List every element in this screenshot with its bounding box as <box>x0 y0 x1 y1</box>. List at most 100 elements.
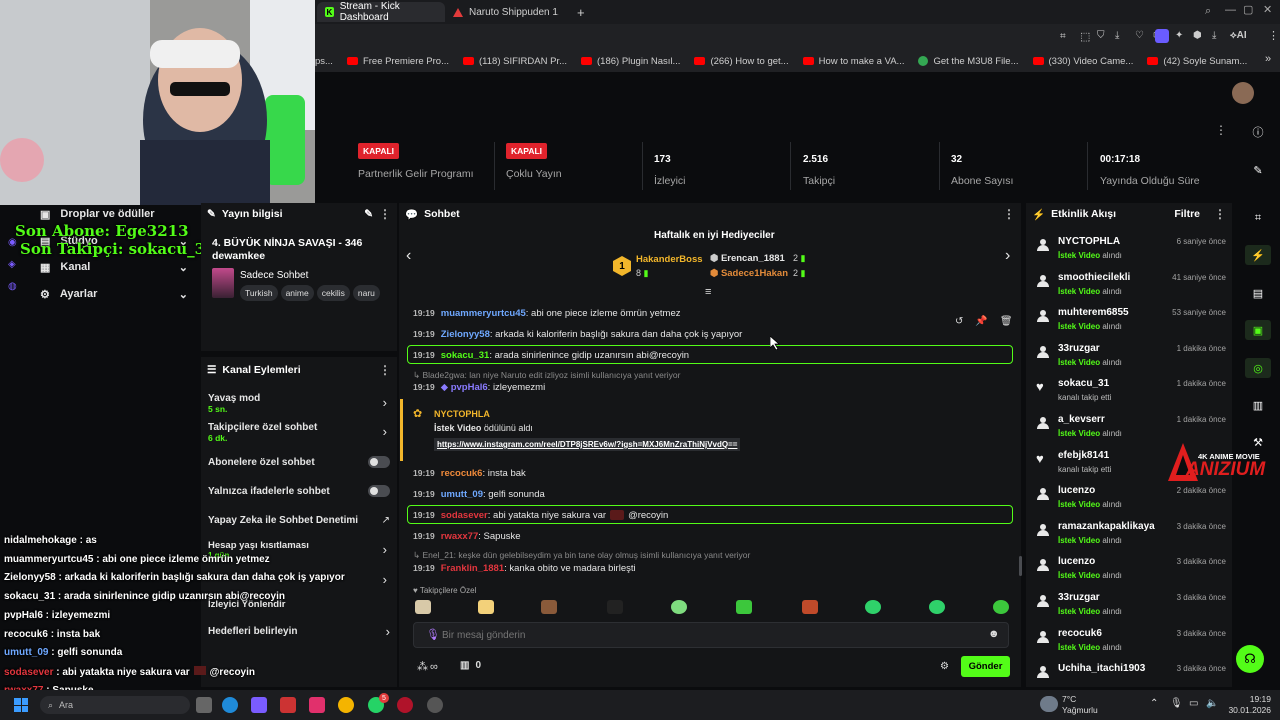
activity-username[interactable]: lucenzo <box>1058 556 1095 567</box>
minimize-icon[interactable]: — <box>1225 4 1236 16</box>
chat-message[interactable]: 19:19 sodasever: abi yatakta niye sakura … <box>413 510 668 521</box>
activity-item[interactable]: smoothiecilekli İstek Video alındı 41 sani… <box>1036 272 1226 306</box>
edge-icon[interactable] <box>222 697 238 713</box>
microphone-icon[interactable]: 🎙 <box>426 628 440 641</box>
chat-message[interactable]: 19:19 rwaxx77: Sapuske <box>413 531 521 542</box>
obs-icon[interactable] <box>427 697 443 713</box>
mod-tools-icon[interactable]: ▥ <box>1245 395 1271 415</box>
emote[interactable] <box>671 600 687 614</box>
layout-icon[interactable]: ⌗ <box>1245 208 1271 228</box>
network-icon[interactable]: ▭ <box>1189 698 1198 709</box>
taskbar-search[interactable]: ⌕ Ara <box>40 696 190 714</box>
username[interactable]: pvpHal6 <box>451 382 488 393</box>
reward-link[interactable]: https://www.instagram.com/reel/DTP8jSREv… <box>434 438 741 451</box>
activity-username[interactable]: efebjk8141 <box>1058 450 1109 461</box>
maximize-icon[interactable]: ▢ <box>1243 3 1253 16</box>
activity-username[interactable]: muhterem6855 <box>1058 307 1129 318</box>
chat-message[interactable]: 19:19 Zielonyy58: arkada ki kaloriferin b… <box>413 329 742 340</box>
username[interactable]: sodasever <box>441 510 488 521</box>
extension-icon[interactable]: ⌗ <box>1060 31 1066 42</box>
more-bookmarks-icon[interactable]: » <box>1265 53 1271 65</box>
help-chat-button[interactable]: ☊ <box>1236 645 1264 673</box>
followers-only-row[interactable]: Takipçilere özel sohbet 6 dk. › <box>208 422 390 443</box>
stat-multistream[interactable]: KAPALI Çoklu Yayın <box>506 143 562 180</box>
emote[interactable] <box>929 600 945 614</box>
stat-partner-program[interactable]: KAPALI Partnerlik Gelir Programı <box>358 143 474 180</box>
username[interactable]: umutt_09 <box>441 489 483 500</box>
emotes-only-toggle[interactable] <box>368 485 390 497</box>
bookmark-item[interactable]: Get the M3U8 File... <box>918 56 1019 67</box>
slow-mode-row[interactable]: Yavaş mod 5 sn. › <box>208 393 390 414</box>
reply-icon[interactable]: ↺ <box>955 316 963 334</box>
activity-username[interactable]: smoothiecilekli <box>1058 272 1130 283</box>
screenshot-icon[interactable]: ⬚ <box>1080 30 1090 43</box>
emote[interactable] <box>607 600 623 614</box>
tab-kick-dashboard[interactable]: K Stream - Kick Dashboard <box>317 1 445 23</box>
username[interactable]: sokacu_31 <box>441 350 490 361</box>
close-window-icon[interactable]: ✕ <box>1263 3 1272 16</box>
more-icon[interactable]: ⋮ <box>1214 207 1226 221</box>
set-goals-row[interactable]: Hedefleri belirleyin › <box>208 624 390 639</box>
username[interactable]: Zielonyy58 <box>441 329 490 340</box>
shield-icon[interactable]: ⛉ <box>1097 30 1105 41</box>
chat-settings-icon[interactable]: ⚙ <box>940 661 949 672</box>
reward-username[interactable]: NYCTOPHLA <box>434 409 490 419</box>
emote[interactable] <box>865 600 881 614</box>
opera-icon[interactable] <box>397 697 413 713</box>
lightning-icon[interactable]: ⚡ <box>1245 245 1271 265</box>
chat-message[interactable]: 19:19 recocuk6: insta bak <box>413 468 526 479</box>
tab-naruto[interactable]: Naruto Shippuden 1. Sezo <box>445 2 567 22</box>
activity-username[interactable]: Uchiha_itachi1903 <box>1058 663 1145 674</box>
bookmark-item[interactable]: (266) How to get... <box>694 56 789 67</box>
nav-item-drops[interactable]: ▣ Droplar ve ödüller <box>40 208 155 221</box>
edit-icon[interactable]: ✎ <box>364 208 373 220</box>
activity-username[interactable]: NYCTOPHLA <box>1058 236 1120 247</box>
collapse-icon[interactable]: ≡ <box>705 286 711 298</box>
copilot-icon[interactable] <box>251 697 267 713</box>
task-view-icon[interactable] <box>196 697 212 713</box>
browser-menu-icon[interactable]: ⋮ <box>1268 29 1279 42</box>
activity-item[interactable]: NYCTOPHLA İstek Video alındı 6 saniye önce <box>1036 236 1226 270</box>
microphone-icon[interactable]: 🎙 <box>1170 698 1183 709</box>
stats-menu-icon[interactable]: ⋮ <box>1215 123 1227 137</box>
document-icon[interactable]: ▤ <box>1245 283 1271 303</box>
activity-username[interactable]: recocuk6 <box>1058 628 1102 639</box>
new-tab-button[interactable]: + <box>569 2 589 22</box>
purple-extension-icon[interactable] <box>1155 29 1169 43</box>
chat-scrollbar[interactable] <box>1019 556 1022 576</box>
pencil-icon[interactable]: ✎ <box>1245 160 1271 180</box>
delete-icon[interactable]: 🗑 <box>1000 316 1013 334</box>
more-icon[interactable]: ⋮ <box>1003 207 1015 221</box>
username[interactable]: rwaxx77 <box>441 531 479 542</box>
emote[interactable] <box>993 600 1009 614</box>
emote[interactable] <box>541 600 557 614</box>
nav-item-settings[interactable]: ⚙ Ayarlar ⌄ <box>40 288 188 301</box>
heart-icon[interactable]: ♡ <box>1135 30 1144 41</box>
activity-item[interactable]: lucenzo İstek Video alındı 2 dakika önce <box>1036 485 1226 519</box>
activity-item[interactable]: recocuk6 İstek Video alındı 3 dakika önce <box>1036 628 1226 662</box>
shop-button[interactable]: ▥ 0 <box>460 660 481 671</box>
explorer-icon[interactable] <box>280 697 296 713</box>
chat-message-input[interactable] <box>442 627 962 643</box>
chat-bubble-icon[interactable]: ▣ <box>1245 320 1271 340</box>
download-manager-icon[interactable]: ⤓ <box>1212 30 1216 41</box>
filter-button[interactable]: Filtre <box>1174 208 1200 220</box>
send-button[interactable]: Gönder <box>961 656 1010 677</box>
activity-item[interactable]: 33ruzgar İstek Video alındı 3 dakika önce <box>1036 592 1226 626</box>
chat-message[interactable]: 19:19 umutt_09: gelfi sonunda <box>413 489 545 500</box>
tray-chevron-icon[interactable]: ⌃ <box>1150 698 1158 709</box>
chevron-left-icon[interactable]: ‹ <box>406 247 411 265</box>
more-icon[interactable]: ⋮ <box>379 363 391 377</box>
activity-username[interactable]: 33ruzgar <box>1058 592 1100 603</box>
activity-item[interactable]: 33ruzgar İstek Video alındı 1 dakika önce <box>1036 343 1226 377</box>
clock-time[interactable]: 19:19 <box>1231 694 1271 704</box>
activity-username[interactable]: 33ruzgar <box>1058 343 1100 354</box>
ai-button[interactable]: ⟡AI <box>1230 30 1247 41</box>
windows-start-icon[interactable] <box>14 698 28 712</box>
bookmark-item[interactable]: (186) Plugin Nasıl... <box>581 56 680 67</box>
chrome-icon[interactable] <box>338 697 354 713</box>
emote[interactable] <box>415 600 431 614</box>
emotes-only-row[interactable]: Yalnızca ifadelerle sohbet <box>208 485 390 497</box>
search-tabs-icon[interactable]: ⌕ <box>1205 5 1211 18</box>
bookmark-item[interactable]: (330) Video Came... <box>1032 56 1133 67</box>
